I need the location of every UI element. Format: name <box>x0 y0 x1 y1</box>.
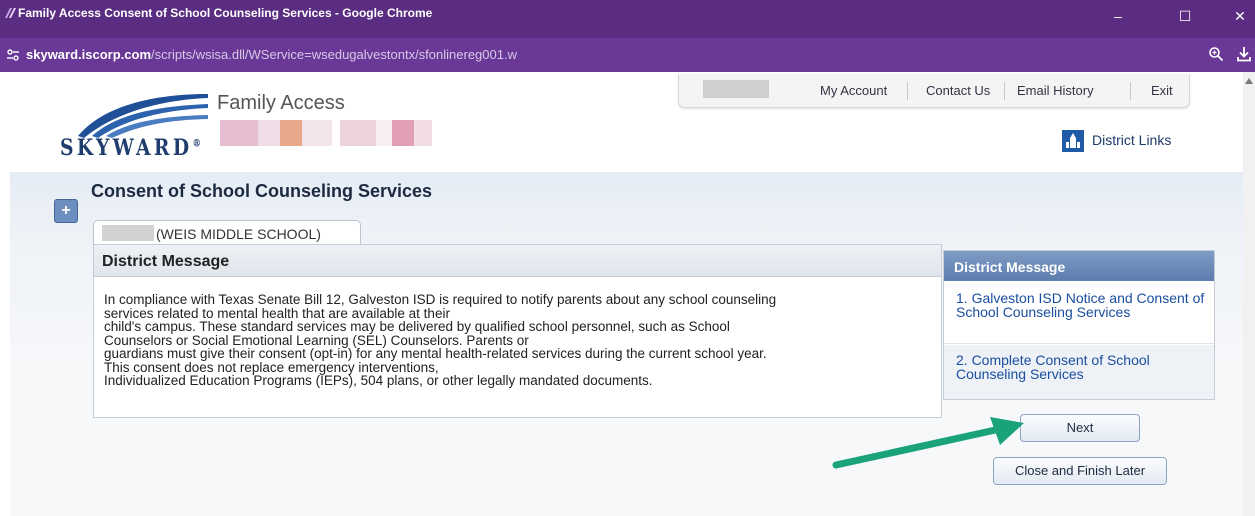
next-button[interactable]: Next <box>1020 414 1140 442</box>
student-tab-school: (WEIS MIDDLE SCHOOL) <box>156 226 321 242</box>
my-account-link[interactable]: My Account <box>820 83 887 98</box>
message-line: In compliance with Texas Senate Bill 12,… <box>104 292 777 307</box>
step-item-notice[interactable]: 1. Galveston ISD Notice and Consent of S… <box>944 281 1214 344</box>
message-line: services related to mental health that a… <box>104 305 450 321</box>
url-path: /scripts/wsisa.dll/WService=wsedugalvest… <box>151 47 517 62</box>
step-label: 2. Complete Consent of School Counseling… <box>956 352 1150 382</box>
message-line: This consent does not replace emergency … <box>104 359 439 375</box>
window-title: Family Access Consent of School Counseli… <box>18 6 433 20</box>
steps-header: District Message <box>944 251 1214 281</box>
district-links-label: District Links <box>1092 132 1172 148</box>
maximize-button[interactable]: ☐ <box>1170 2 1200 30</box>
skyward-logo-text: SKYWARD® <box>60 135 201 161</box>
district-message-title: District Message <box>102 253 230 270</box>
message-line: Individualized Education Programs (IEPs)… <box>104 373 653 388</box>
site-header: SKYWARD® Family Access My Account Contac… <box>0 72 1243 172</box>
annotation-arrow-icon <box>832 417 1024 469</box>
redacted-user <box>703 80 769 98</box>
scroll-up-icon[interactable] <box>1245 78 1253 84</box>
minimize-button[interactable]: – <box>1103 2 1133 30</box>
message-line: Counselors or Social Emotional Learning … <box>104 332 529 348</box>
contact-us-link[interactable]: Contact Us <box>926 83 990 98</box>
nav-divider <box>1004 82 1005 100</box>
close-window-button[interactable]: ✕ <box>1225 2 1255 30</box>
window-titlebar: Family Access Consent of School Counseli… <box>0 0 1255 38</box>
message-line: guardians must give their consent (opt-i… <box>104 346 767 361</box>
url-field[interactable]: skyward.iscorp.com/scripts/wsisa.dll/WSe… <box>26 47 517 62</box>
student-tab[interactable]: (WEIS MIDDLE SCHOOL) <box>93 220 361 245</box>
zoom-icon[interactable] <box>1208 46 1224 62</box>
address-bar: skyward.iscorp.com/scripts/wsisa.dll/WSe… <box>0 38 1255 72</box>
nav-divider <box>907 82 908 100</box>
product-title: Family Access <box>217 92 345 114</box>
exit-link[interactable]: Exit <box>1151 83 1173 98</box>
expand-plus-button[interactable]: + <box>54 199 78 223</box>
district-message-body: In compliance with Texas Senate Bill 12,… <box>104 293 924 388</box>
step-label: 1. Galveston ISD Notice and Consent of S… <box>956 290 1205 320</box>
steps-sidebar: District Message 1. Galveston ISD Notice… <box>943 250 1215 400</box>
url-host: skyward.iscorp.com <box>26 47 151 62</box>
district-building-icon <box>1062 130 1084 152</box>
nav-divider <box>1130 82 1131 100</box>
redacted-student-name <box>220 120 445 146</box>
district-message-panel: District Message In compliance with Texa… <box>93 244 942 418</box>
page-scrollbar[interactable] <box>1243 72 1255 516</box>
top-navigation: My Account Contact Us Email History Exit <box>678 74 1190 108</box>
email-history-link[interactable]: Email History <box>1017 83 1094 98</box>
step-item-complete-consent[interactable]: 2. Complete Consent of School Counseling… <box>944 345 1214 399</box>
site-info-icon[interactable] <box>6 48 20 62</box>
skyward-app-icon <box>5 8 16 18</box>
download-icon[interactable] <box>1236 46 1252 62</box>
redacted-student-tab-name <box>102 225 154 241</box>
message-line: child's campus. These standard services … <box>104 319 730 334</box>
steps-title: District Message <box>954 259 1066 275</box>
page-title: Consent of School Counseling Services <box>91 181 433 201</box>
district-message-header: District Message <box>94 245 941 277</box>
page: SKYWARD® Family Access My Account Contac… <box>0 72 1255 516</box>
